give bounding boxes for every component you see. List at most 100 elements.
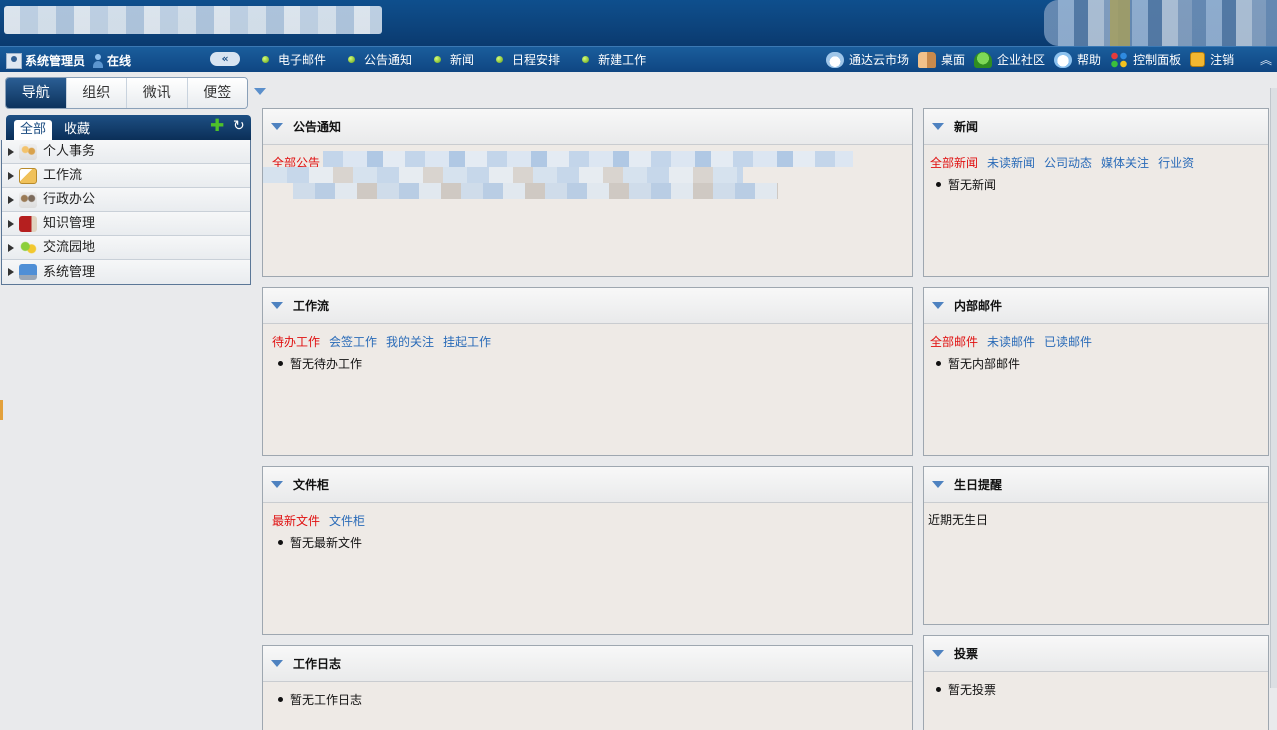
toolbar-right-links: 通达云市场 桌面 企业社区 帮助 控制面板 注销	[826, 51, 1243, 68]
nav-item-label: 工作流	[43, 168, 83, 183]
portlet-body: 暂无投票	[924, 672, 1268, 707]
help-link[interactable]: 帮助	[1054, 51, 1101, 68]
mail-link-all[interactable]: 全部邮件	[930, 333, 978, 350]
portlet-body: 待办工作 会签工作 我的关注 挂起工作 暂无待办工作	[263, 324, 912, 381]
subtab-favorites[interactable]: 收藏	[58, 120, 96, 140]
workflow-link-todo[interactable]: 待办工作	[272, 333, 320, 350]
workflow-link-following[interactable]: 我的关注	[386, 333, 434, 350]
tab-organization[interactable]: 组织	[66, 78, 127, 108]
tab-notes[interactable]: 便签	[187, 78, 247, 108]
workflow-empty: 暂无待办工作	[272, 355, 903, 372]
page-scrollbar[interactable]	[1270, 88, 1277, 688]
news-link-all[interactable]: 全部新闻	[930, 154, 978, 171]
link-label: 企业社区	[997, 53, 1046, 67]
portlet-vote: 投票 暂无投票	[923, 635, 1269, 730]
news-link-industry[interactable]: 行业资	[1158, 154, 1194, 171]
portlet-title: 生日提醒	[954, 478, 1003, 492]
nav-item-label: 系统管理	[43, 264, 96, 280]
link-label: 帮助	[1077, 53, 1102, 67]
collapse-arrow-icon[interactable]	[271, 302, 283, 309]
nav-menu: 个人事务 工作流 行政办公 知识管理 交流园地 系统管理	[1, 140, 251, 285]
collapse-arrow-icon[interactable]	[271, 123, 283, 130]
quick-link-calendar[interactable]: 日程安排	[496, 51, 560, 68]
cloud-market-icon	[826, 51, 844, 68]
portlet-body: 全部邮件 未读邮件 已读邮件 暂无内部邮件	[924, 324, 1268, 381]
refresh-icon[interactable]: ↻	[233, 117, 245, 135]
files-empty: 暂无最新文件	[272, 534, 903, 551]
portlet-body: 全部公告	[263, 145, 912, 275]
mail-link-read[interactable]: 已读邮件	[1044, 333, 1092, 350]
header-banner	[0, 0, 1277, 46]
quick-link-label: 新建工作	[598, 53, 647, 67]
collapse-arrow-icon[interactable]	[932, 302, 944, 309]
nav-item-admin-office[interactable]: 行政办公	[2, 188, 250, 212]
link-label: 通达云市场	[849, 53, 910, 67]
quick-link-news[interactable]: 新闻	[434, 51, 474, 68]
nav-item-label: 交流园地	[43, 240, 96, 255]
worklog-empty: 暂无工作日志	[272, 691, 903, 708]
news-link-company[interactable]: 公司动态	[1044, 154, 1092, 171]
link-label: 控制面板	[1133, 53, 1182, 67]
workflow-icon	[19, 167, 37, 184]
exchange-icon	[19, 239, 37, 256]
tab-navigation[interactable]: 导航	[6, 78, 67, 108]
quick-links: 电子邮件 公告通知 新闻 日程安排 新建工作	[262, 51, 668, 68]
green-dot-icon	[582, 56, 590, 63]
portlet-body: 最新文件 文件柜 暂无最新文件	[263, 503, 912, 560]
nav-item-system-admin[interactable]: 系统管理	[2, 260, 250, 284]
news-link-media[interactable]: 媒体关注	[1101, 154, 1149, 171]
workflow-link-countersign[interactable]: 会签工作	[329, 333, 377, 350]
workflow-links: 待办工作 会签工作 我的关注 挂起工作	[272, 333, 903, 350]
mail-link-unread[interactable]: 未读邮件	[987, 333, 1035, 350]
files-link-latest[interactable]: 最新文件	[272, 512, 320, 529]
personal-affairs-icon	[19, 143, 37, 160]
vote-empty: 暂无投票	[930, 681, 1262, 698]
admin-office-icon	[19, 191, 37, 208]
nav-item-personal-affairs[interactable]: 个人事务	[2, 140, 250, 164]
portlet-title: 文件柜	[293, 478, 330, 492]
control-panel-link[interactable]: 控制面板	[1110, 51, 1181, 68]
portlet-title: 投票	[954, 647, 979, 661]
workflow-link-suspended[interactable]: 挂起工作	[443, 333, 491, 350]
files-link-cabinet[interactable]: 文件柜	[329, 512, 365, 529]
portlet-files: 文件柜 最新文件 文件柜 暂无最新文件	[262, 466, 913, 635]
user-info[interactable]: 系统管理员 在线	[6, 52, 131, 69]
collapse-arrow-icon[interactable]	[932, 123, 944, 130]
user-avatar-icon	[6, 52, 22, 69]
collapse-sidebar-button[interactable]: «	[210, 52, 240, 66]
online-status-icon	[92, 53, 104, 68]
portlet-workflow: 工作流 待办工作 会签工作 我的关注 挂起工作 暂无待办工作	[262, 287, 913, 456]
nav-item-knowledge[interactable]: 知识管理	[2, 212, 250, 236]
portlet-body: 全部新闻 未读新闻 公司动态 媒体关注 行业资 暂无新闻	[924, 145, 1268, 202]
layout-dropdown-icon[interactable]	[254, 88, 266, 95]
quick-link-email[interactable]: 电子邮件	[262, 51, 326, 68]
blurred-notice-content	[263, 145, 863, 215]
logout-link[interactable]: 注销	[1190, 51, 1234, 68]
collapse-arrow-icon[interactable]	[271, 660, 283, 667]
quick-link-notice[interactable]: 公告通知	[348, 51, 412, 68]
portlet-header: 投票	[924, 636, 1268, 672]
community-link[interactable]: 企业社区	[974, 51, 1045, 68]
cloud-market-link[interactable]: 通达云市场	[826, 51, 909, 68]
mail-empty: 暂无内部邮件	[930, 355, 1262, 372]
community-icon	[974, 51, 993, 68]
collapse-arrow-icon[interactable]	[932, 650, 944, 657]
collapse-arrow-icon[interactable]	[271, 481, 283, 488]
nav-item-workflow[interactable]: 工作流	[2, 164, 250, 188]
quick-link-label: 公告通知	[364, 53, 413, 67]
nav-item-exchange[interactable]: 交流园地	[2, 236, 250, 260]
left-edge-marker	[0, 400, 3, 420]
tab-messenger[interactable]: 微讯	[127, 78, 188, 108]
news-link-unread[interactable]: 未读新闻	[987, 154, 1035, 171]
subtab-all[interactable]: 全部	[14, 120, 53, 140]
portlet-mail: 内部邮件 全部邮件 未读邮件 已读邮件 暂无内部邮件	[923, 287, 1269, 456]
portlet-header: 工作流	[263, 288, 912, 324]
quick-link-new-work[interactable]: 新建工作	[582, 51, 646, 68]
expand-arrow-icon	[8, 243, 14, 252]
collapse-header-icon[interactable]: ︽	[1260, 51, 1272, 68]
add-icon[interactable]: ✚	[210, 117, 224, 135]
portlet-header: 文件柜	[263, 467, 912, 503]
collapse-arrow-icon[interactable]	[932, 481, 944, 488]
desktop-link[interactable]: 桌面	[918, 51, 965, 68]
portlet-header: 新闻	[924, 109, 1268, 145]
